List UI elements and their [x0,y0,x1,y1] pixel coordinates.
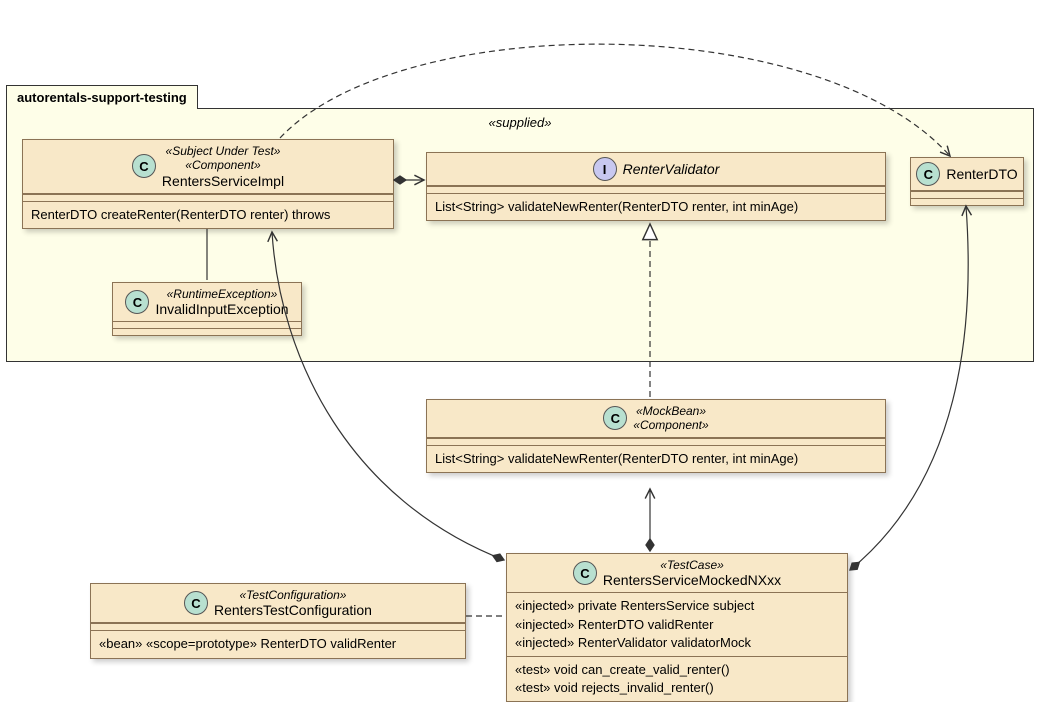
operation: «bean» «scope=prototype» RenterDTO valid… [91,630,465,657]
class-icon: C [125,290,149,314]
class-invalid-input-exception: C «RuntimeException» InvalidInputExcepti… [112,282,302,336]
attribute: «injected» private RentersService subjec… [515,597,839,615]
interface-icon: I [593,157,617,181]
operation: List<String> validateNewRenter(RenterDTO… [427,445,885,472]
operation: List<String> validateNewRenter(RenterDTO… [427,193,885,220]
interface-renter-validator: I RenterValidator List<String> validateN… [426,152,886,221]
stereotype: «MockBean» [633,404,708,418]
operation: «test» void rejects_invalid_renter() [515,679,839,697]
class-mock-bean: C «MockBean» «Component» List<String> va… [426,399,886,473]
stereotype: «TestConfiguration» [214,588,372,602]
class-name: RentersTestConfiguration [214,602,372,618]
class-name: RenterDTO [946,166,1017,182]
class-test-configuration: C «TestConfiguration» RentersTestConfigu… [90,583,466,659]
class-name: RentersServiceImpl [162,173,284,189]
attribute: «injected» RenterValidator validatorMock [515,634,839,652]
stereotype: «Component» [162,158,284,172]
stereotype: «TestCase» [603,558,781,572]
class-test-case: C «TestCase» RentersServiceMockedNXxx «i… [506,553,848,702]
stereotype: «Component» [633,418,708,432]
class-name: InvalidInputException [155,301,288,317]
package-name: autorentals-support-testing [17,90,187,105]
class-renters-service-impl: C «Subject Under Test» «Component» Rente… [22,139,394,229]
operation: RenterDTO createRenter(RenterDTO renter)… [23,201,393,228]
package-tab: autorentals-support-testing [6,85,198,109]
interface-name: RenterValidator [623,161,720,177]
class-icon: C [603,406,627,430]
class-icon: C [916,162,940,186]
class-renter-dto: C RenterDTO [910,157,1024,206]
package-stereotype: «supplied» [489,115,552,130]
class-name: RentersServiceMockedNXxx [603,572,781,588]
attribute: «injected» RenterDTO validRenter [515,616,839,634]
class-icon: C [573,561,597,585]
class-icon: C [184,591,208,615]
stereotype: «RuntimeException» [155,287,288,301]
operation: «test» void can_create_valid_renter() [515,661,839,679]
class-icon: C [132,154,156,178]
stereotype: «Subject Under Test» [162,144,284,158]
